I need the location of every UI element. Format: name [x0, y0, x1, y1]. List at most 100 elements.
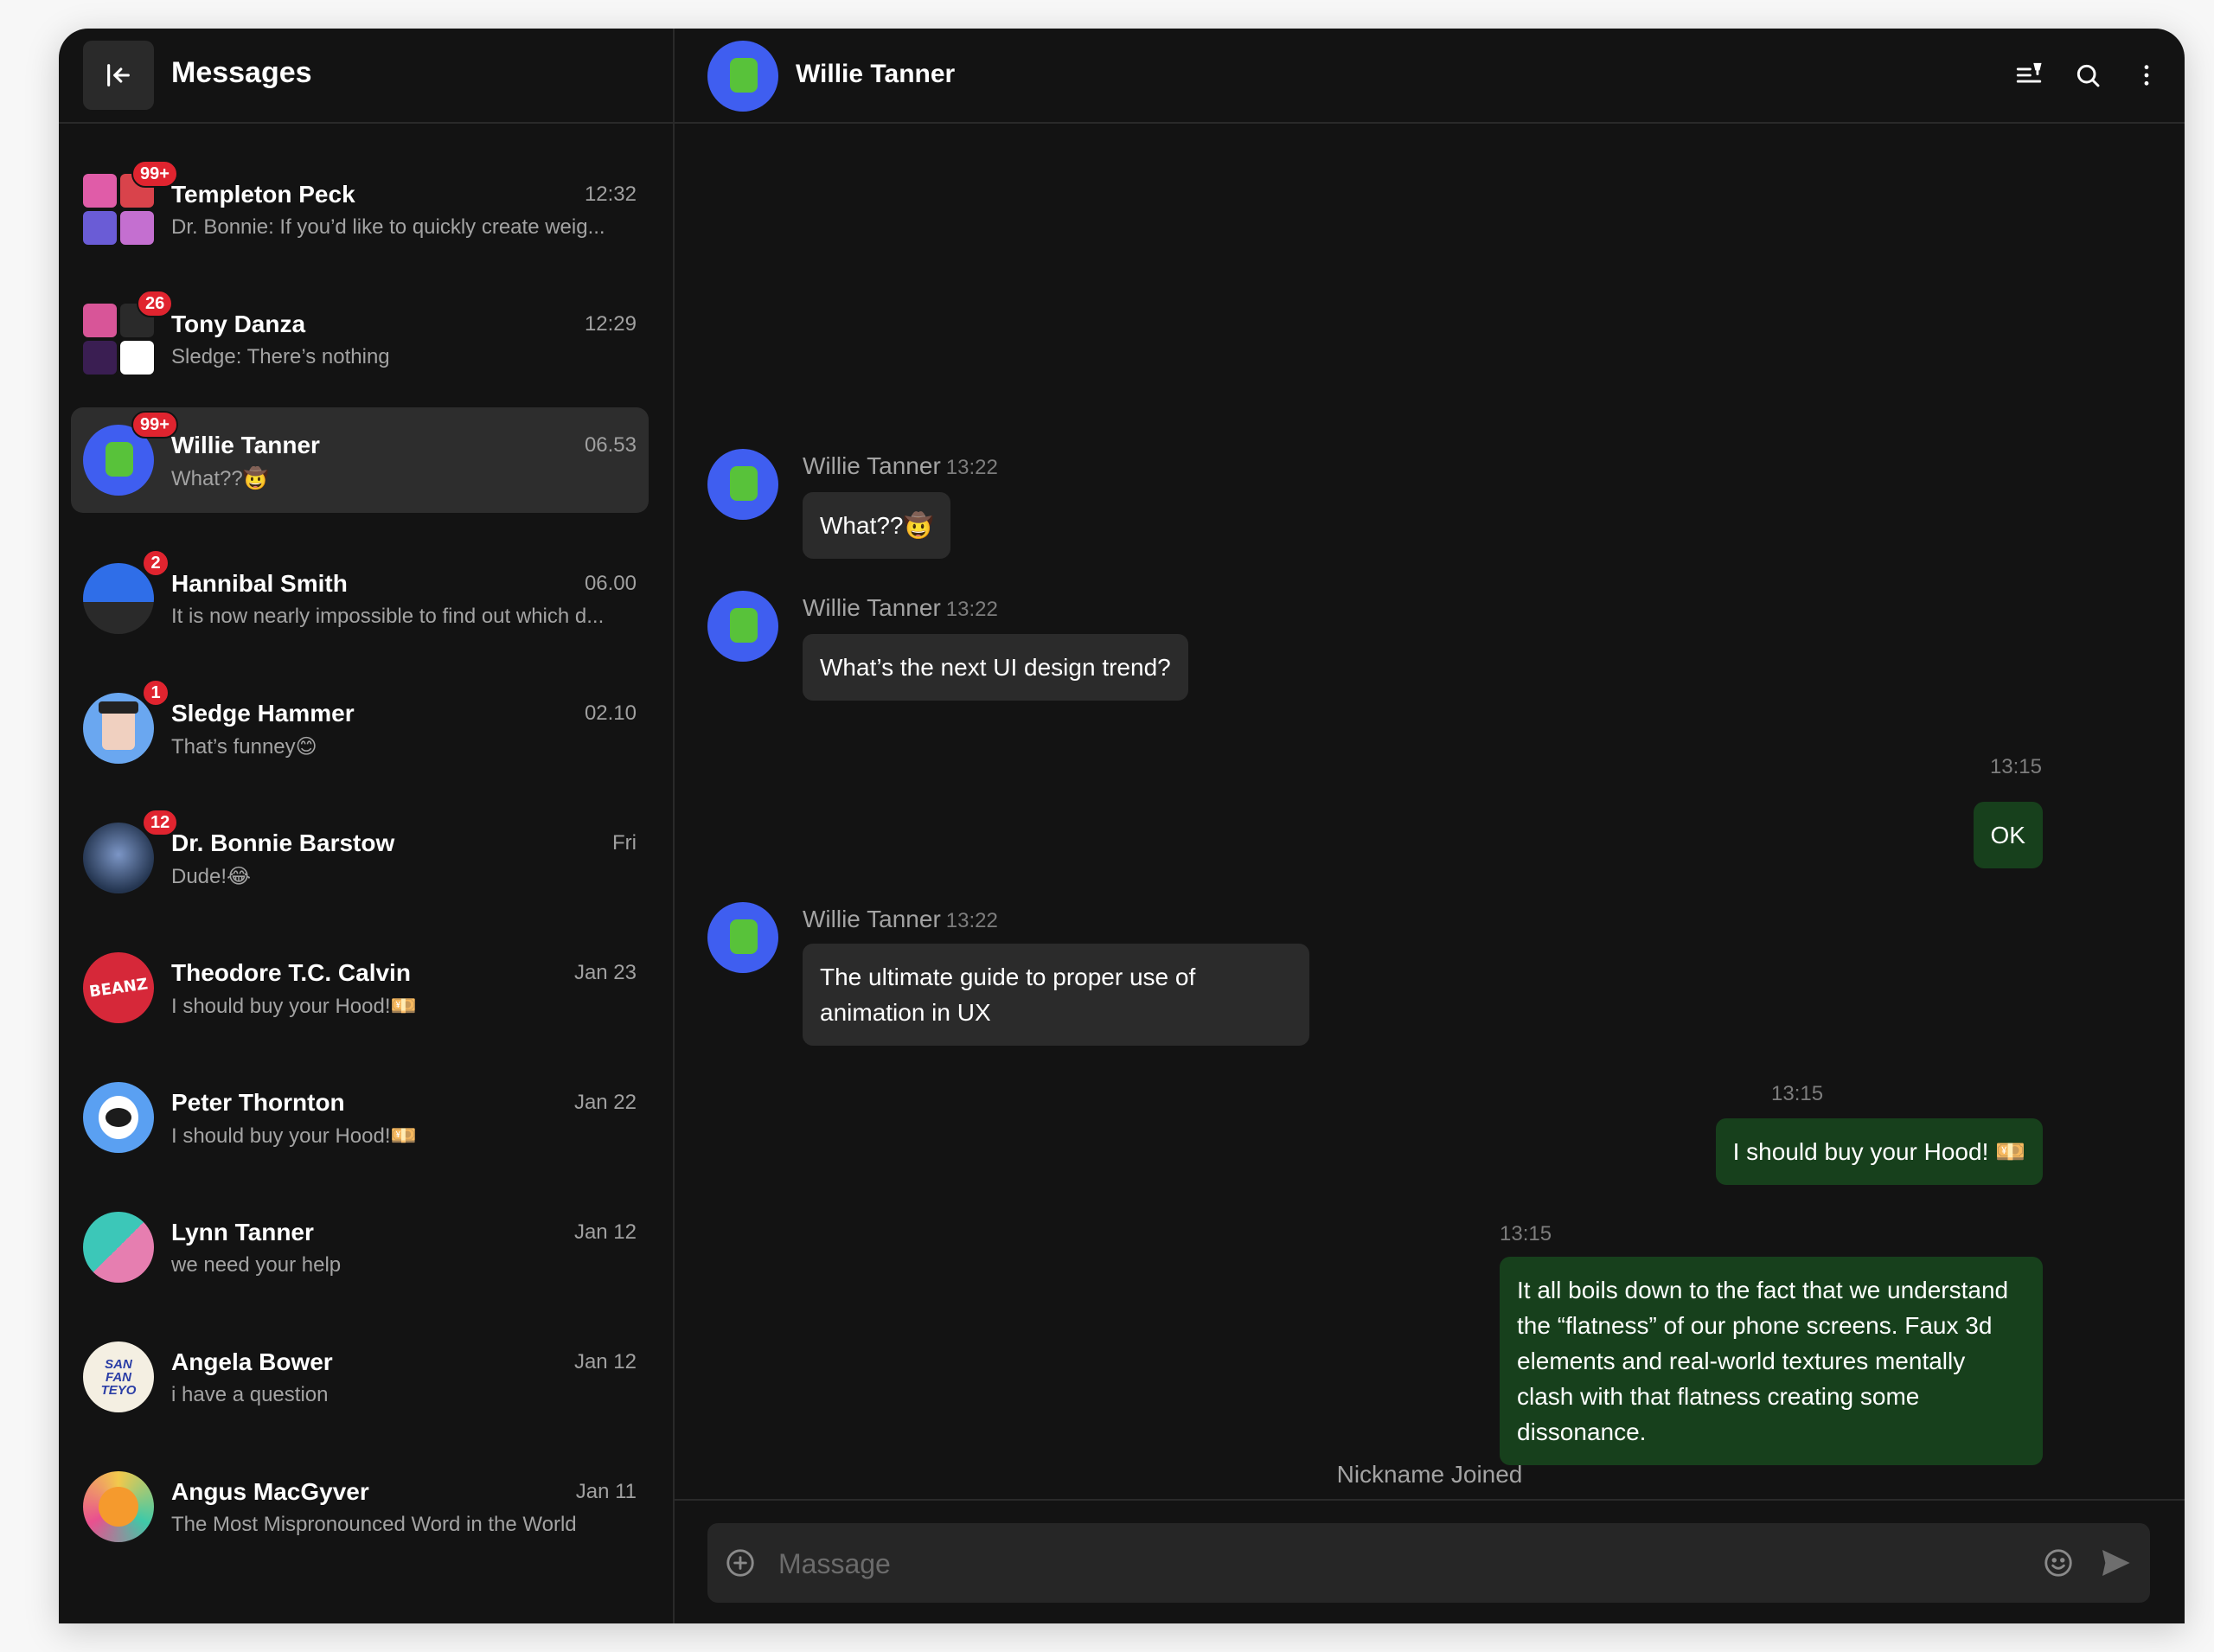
sender-avatar[interactable] — [707, 449, 778, 520]
smiley-icon — [2044, 1549, 2072, 1577]
conversation-time: 12:29 — [584, 312, 637, 336]
chat-header: Willie Tanner — [675, 29, 2185, 124]
message-bubble[interactable]: It all boils down to the fact that we un… — [1500, 1257, 2043, 1465]
conversation-preview: I should buy your Hood!💴 — [171, 1124, 417, 1148]
conversation-time: 02.10 — [584, 701, 637, 725]
message-sender: Willie Tanner 13:22 — [803, 452, 998, 479]
sidebar-header: Messages — [59, 29, 673, 124]
conversation-item-hannibal-smith[interactable]: 2 Hannibal Smith 06.00 It is now nearly … — [71, 546, 649, 651]
conversation-item-willie-tanner[interactable]: 99+ Willie Tanner 06.53 What??🤠 — [71, 407, 649, 513]
collapse-sidebar-button[interactable] — [83, 41, 154, 110]
conversation-name: Theodore T.C. Calvin — [171, 959, 411, 986]
message-sender: Willie Tanner 13:22 — [803, 594, 998, 621]
message-time: 13:22 — [945, 909, 998, 932]
conversation-item-templeton-peck[interactable]: 99+ Templeton Peck 12:32 Dr. Bonnie: If … — [71, 157, 649, 262]
conversation-preview: Sledge: There’s nothing — [171, 345, 390, 368]
message-time: 13:22 — [945, 456, 998, 479]
avatar — [83, 1082, 154, 1153]
conversation-time: Jan 12 — [573, 1350, 637, 1373]
plus-circle-icon — [726, 1549, 754, 1577]
messenger-window: Messages 99+ Templeton Peck 12:32 Dr. Bo… — [59, 29, 2185, 1623]
contact-avatar[interactable] — [707, 41, 778, 112]
message-bubble[interactable]: What??🤠 — [803, 492, 951, 559]
conversation-preview: What??🤠 — [171, 467, 269, 490]
conversation-item-dr-bonnie-barstow[interactable]: 12 Dr. Bonnie Barstow Fri Dude!😂 — [71, 805, 649, 911]
conversation-item-angus-macgyver[interactable]: Angus MacGyver Jan 11 The Most Mispronou… — [71, 1454, 649, 1559]
sender-avatar[interactable] — [707, 591, 778, 662]
search-button[interactable] — [2069, 56, 2107, 94]
sender-avatar[interactable] — [707, 902, 778, 973]
conversation-name: Dr. Bonnie Barstow — [171, 829, 395, 856]
message-time: 13:15 — [1500, 1222, 1552, 1245]
conversation-item-tony-danza[interactable]: 26 Tony Danza 12:29 Sledge: There’s noth… — [71, 286, 649, 392]
pinned-messages-button[interactable] — [2010, 56, 2048, 94]
message-bubble[interactable]: I should buy your Hood! 💴 — [1715, 1118, 2043, 1185]
message-time: 13:22 — [945, 598, 998, 621]
more-vertical-icon — [2144, 65, 2149, 86]
conversation-preview: i have a question — [171, 1383, 329, 1406]
chat-panel: Willie Tanner Willie Tanner 13:22 What??… — [675, 29, 2185, 1623]
message-bubble[interactable]: OK — [1973, 802, 2043, 868]
sidebar-title: Messages — [171, 56, 312, 89]
avatar — [83, 563, 154, 634]
conversation-name: Hannibal Smith — [171, 570, 348, 597]
conversation-name: Templeton Peck — [171, 181, 355, 208]
conversation-preview: Dr. Bonnie: If you’d like to quickly cre… — [171, 215, 605, 239]
conversation-name: Sledge Hammer — [171, 700, 355, 727]
avatar — [83, 693, 154, 764]
emoji-button[interactable] — [2041, 1546, 2076, 1580]
collapse-left-icon — [107, 64, 130, 86]
more-options-button[interactable] — [2128, 56, 2166, 94]
conversation-name: Angela Bower — [171, 1348, 333, 1375]
conversation-time: Fri — [612, 831, 637, 855]
message-input[interactable] — [777, 1523, 1991, 1604]
pinned-list-icon — [2016, 62, 2042, 83]
conversation-time: Jan 12 — [573, 1220, 637, 1244]
conversation-time: Jan 23 — [573, 961, 637, 984]
conversation-item-angela-bower[interactable]: SAN FAN TEYO Angela Bower Jan 12 i have … — [71, 1324, 649, 1430]
conversation-time: Jan 11 — [575, 1480, 637, 1503]
message-composer — [707, 1523, 2150, 1604]
unread-badge: 2 — [142, 549, 170, 577]
conversation-preview: I should buy your Hood!💴 — [171, 995, 417, 1018]
avatar — [83, 1471, 154, 1542]
conversation-item-lynn-tanner[interactable]: Lynn Tanner Jan 12 we need your help — [71, 1194, 649, 1300]
avatar-logo-text: SAN FAN TEYO — [100, 1356, 137, 1398]
message-bubble[interactable]: The ultimate guide to proper use of anim… — [803, 944, 1309, 1046]
avatar: BEANZ — [83, 952, 154, 1023]
conversation-item-peter-thornton[interactable]: Peter Thornton Jan 22 I should buy your … — [71, 1065, 649, 1170]
avatar — [83, 823, 154, 893]
message-sender: Willie Tanner 13:22 — [803, 906, 998, 932]
message-time: 13:15 — [1771, 1082, 1824, 1105]
unread-badge: 1 — [142, 679, 170, 707]
conversation-name: Tony Danza — [171, 311, 306, 337]
avatar-logo-text: BEANZ — [87, 974, 150, 1002]
unread-badge: 26 — [137, 290, 174, 317]
conversation-preview: The Most Mispronounced Word in the World — [171, 1513, 577, 1536]
conversation-preview: It is now nearly impossible to find out … — [171, 605, 605, 628]
attach-button[interactable] — [723, 1546, 758, 1580]
conversation-name: Angus MacGyver — [171, 1478, 369, 1505]
conversation-time: 06.00 — [584, 572, 637, 595]
conversation-time: Jan 22 — [573, 1091, 637, 1114]
search-icon — [2076, 64, 2100, 87]
conversation-name: Willie Tanner — [171, 432, 320, 458]
conversation-time: 06.53 — [584, 433, 637, 457]
send-button[interactable] — [2096, 1546, 2134, 1580]
conversation-sidebar: Messages 99+ Templeton Peck 12:32 Dr. Bo… — [59, 29, 675, 1623]
send-icon — [2102, 1550, 2130, 1576]
message-time: 13:15 — [1989, 755, 2042, 778]
avatar: SAN FAN TEYO — [83, 1341, 154, 1412]
system-notice: Nickname Joined — [1336, 1461, 1523, 1488]
conversation-item-sledge-hammer[interactable]: 1 Sledge Hammer 02.10 That’s funney😊 — [71, 676, 649, 781]
conversation-time: 12:32 — [584, 182, 637, 206]
composer-divider — [675, 1499, 2185, 1501]
conversation-name: Lynn Tanner — [171, 1219, 314, 1245]
conversation-preview: Dude!😂 — [171, 865, 252, 888]
chat-title[interactable]: Willie Tanner — [796, 60, 955, 89]
conversation-name: Peter Thornton — [171, 1089, 345, 1116]
conversation-item-theodore-calvin[interactable]: BEANZ Theodore T.C. Calvin Jan 23 I shou… — [71, 935, 649, 1041]
message-bubble[interactable]: What’s the next UI design trend? — [803, 634, 1188, 701]
conversation-preview: That’s funney😊 — [171, 735, 317, 759]
conversation-preview: we need your help — [171, 1253, 342, 1277]
